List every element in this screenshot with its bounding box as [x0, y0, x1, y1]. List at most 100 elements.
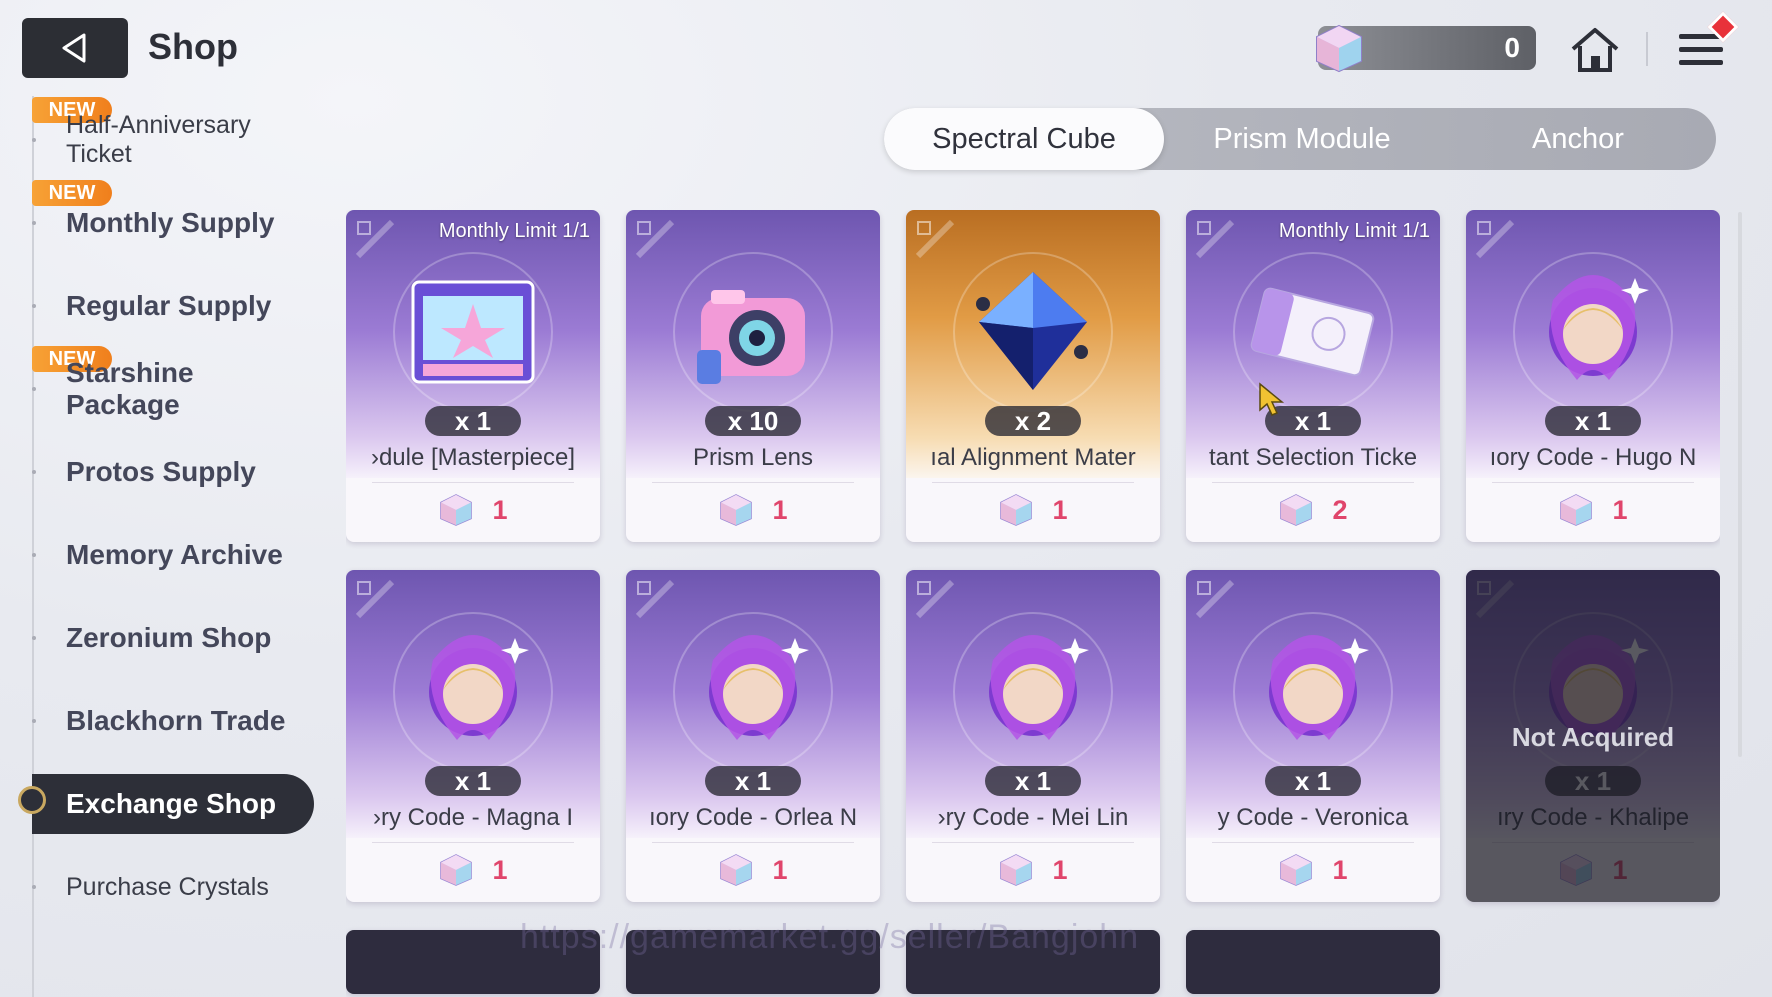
watermark-text: https://gamemarket.gg/seller/Bangjohn — [520, 918, 1140, 956]
item-quantity: x 1 — [425, 766, 521, 796]
spectral-cube-icon — [1000, 854, 1033, 886]
spectral-cube-icon — [1560, 494, 1593, 526]
card-art: x 1 ıory Code - Orlea N — [626, 570, 880, 838]
sidebar-item-exchange-shop[interactable]: Exchange Shop — [32, 774, 314, 834]
active-indicator-icon — [18, 786, 46, 814]
price-value: 1 — [1612, 854, 1628, 885]
card-art: x 1 ›ry Code - Magna I — [346, 570, 600, 838]
card-art: x 1 ıry Code - Khalipe — [1466, 570, 1720, 838]
spectral-cube-icon — [720, 494, 753, 526]
shop-item-card[interactable]: x 1 ›ry Code - Magna I 1 — [346, 570, 600, 902]
item-price: 1 — [346, 852, 600, 888]
divider — [932, 482, 1134, 483]
divider — [372, 482, 574, 483]
divider — [652, 482, 854, 483]
shop-item-card[interactable]: x 1 ıory Code - Hugo N 1 — [1466, 210, 1720, 542]
spectral-cube-icon — [1316, 24, 1362, 73]
corner-deco-icon — [916, 580, 955, 619]
tab-spectral-cube[interactable]: Spectral Cube — [884, 108, 1164, 170]
shop-item-card[interactable]: x 1 ›ry Code - Mei Lin 1 — [906, 570, 1160, 902]
shop-item-card[interactable]: x 10 Prism Lens 1 — [626, 210, 880, 542]
shop-item-card[interactable]: x 1 ıory Code - Orlea N 1 — [626, 570, 880, 902]
memory-code-hugo-icon — [1549, 275, 1649, 380]
item-name: y Code - Veronica — [1217, 804, 1409, 831]
spectral-cube-icon — [1280, 494, 1313, 526]
top-divider — [1646, 32, 1648, 66]
price-value: 2 — [1332, 494, 1348, 525]
item-name: ıory Code - Hugo N — [1489, 444, 1697, 471]
spectral-cube-icon — [440, 854, 473, 886]
shop-item-card[interactable]: x 1 y Code - Veronica 1 — [1186, 570, 1440, 902]
item-name: ›ry Code - Magna I — [372, 804, 574, 831]
card-art: x 1 ıory Code - Hugo N — [1466, 210, 1720, 478]
item-name: tant Selection Ticke — [1208, 444, 1418, 471]
corner-deco-icon — [636, 580, 675, 619]
divider — [1212, 482, 1414, 483]
item-quantity: x 1 — [985, 766, 1081, 796]
sidebar-item-purchase-crystals[interactable]: Purchase Crystals — [32, 857, 314, 917]
spectral-cube-icon — [720, 854, 753, 886]
home-icon[interactable] — [1568, 24, 1622, 76]
item-name: ›ry Code - Mei Lin — [937, 804, 1129, 831]
mouse-cursor-icon — [1259, 382, 1285, 416]
shop-item-card[interactable]: Monthly Limit 1/1 x 1 tant Selection Ticke… — [1186, 210, 1440, 542]
price-value: 1 — [772, 854, 788, 885]
purchase-limit: Monthly Limit 1/1 — [438, 220, 590, 242]
corner-deco-icon — [356, 220, 395, 259]
not-acquired-label: Not Acquired — [1511, 722, 1675, 752]
item-quantity: x 1 — [1545, 766, 1641, 796]
card-art: Monthly Limit 1/1 x 1 ›dule [Masterpiece] — [346, 210, 600, 478]
tab-anchor[interactable]: Anchor — [1440, 108, 1716, 170]
back-arrow-icon — [62, 33, 86, 63]
shop-item-card[interactable]: x 1 ıry Code - Khalipe 1 Not Acquired — [1466, 570, 1720, 902]
shop-item-card[interactable] — [1186, 930, 1440, 994]
item-name: ıal Alignment Mater — [930, 444, 1136, 471]
sidebar-item-label: Starshine Package — [66, 357, 194, 420]
back-button[interactable] — [22, 18, 128, 78]
currency-value: 0 — [1504, 32, 1520, 63]
purchase-limit: Monthly Limit 1/1 — [1278, 220, 1430, 242]
shop-item-card[interactable]: x 2 ıal Alignment Mater 1 — [906, 210, 1160, 542]
card-art: Monthly Limit 1/1 x 1 tant Selection Ticke — [1186, 210, 1440, 478]
camera-icon — [697, 290, 805, 384]
corner-deco-icon — [1476, 220, 1515, 259]
item-name: Prism Lens — [692, 444, 814, 471]
card-art: x 1 y Code - Veronica — [1186, 570, 1440, 838]
sidebar-item-half-anniversary-ticket[interactable]: Half-Anniversary Ticket — [32, 110, 314, 170]
memory-code-veronica-icon — [1269, 635, 1369, 740]
corner-deco-icon — [636, 220, 675, 259]
item-price: 1 — [1186, 852, 1440, 888]
corner-deco-icon — [1476, 580, 1515, 619]
price-value: 1 — [1052, 494, 1068, 525]
item-quantity: x 1 — [705, 766, 801, 796]
divider — [1492, 842, 1694, 843]
item-price: 1 — [626, 852, 880, 888]
item-price: 1 — [1466, 852, 1720, 888]
item-name: ıry Code - Khalipe — [1496, 804, 1690, 831]
spectral-cube-icon — [440, 494, 473, 526]
memory-code-orlea-icon — [709, 635, 809, 740]
sidebar-item-zeronium-shop[interactable]: Zeronium Shop — [32, 608, 314, 668]
sidebar-item-monthly-supply[interactable]: Monthly Supply — [32, 193, 314, 253]
sidebar-item-label: Exchange Shop — [66, 788, 277, 819]
crystal-icon — [976, 272, 1088, 390]
spectral-cube-icon — [1560, 854, 1593, 886]
item-price: 1 — [906, 492, 1160, 528]
sidebar-item-label: Blackhorn Trade — [66, 705, 286, 736]
item-quantity: x 1 — [1545, 406, 1641, 436]
scrollbar[interactable] — [1738, 212, 1742, 757]
shop-item-grid: Monthly Limit 1/1 x 1 ›dule [Masterpiece] 1… — [346, 210, 1720, 997]
corner-deco-icon — [916, 220, 955, 259]
sidebar-item-protos-supply[interactable]: Protos Supply — [32, 442, 314, 502]
tab-prism-module[interactable]: Prism Module — [1164, 108, 1440, 170]
item-name: ›dule [Masterpiece] — [370, 444, 576, 471]
sidebar-item-starshine-package[interactable]: Starshine Package — [32, 357, 314, 420]
sidebar-item-blackhorn-trade[interactable]: Blackhorn Trade — [32, 691, 314, 751]
sidebar-item-memory-archive[interactable]: Memory Archive — [32, 525, 314, 585]
price-value: 1 — [1332, 854, 1348, 885]
divider — [1492, 482, 1694, 483]
sidebar-item-regular-supply[interactable]: Regular Supply — [32, 276, 314, 336]
shop-item-card[interactable]: Monthly Limit 1/1 x 1 ›dule [Masterpiece] 1 — [346, 210, 600, 542]
card-art: x 2 ıal Alignment Mater — [906, 210, 1160, 478]
sidebar-item-label: Zeronium Shop — [66, 622, 272, 653]
